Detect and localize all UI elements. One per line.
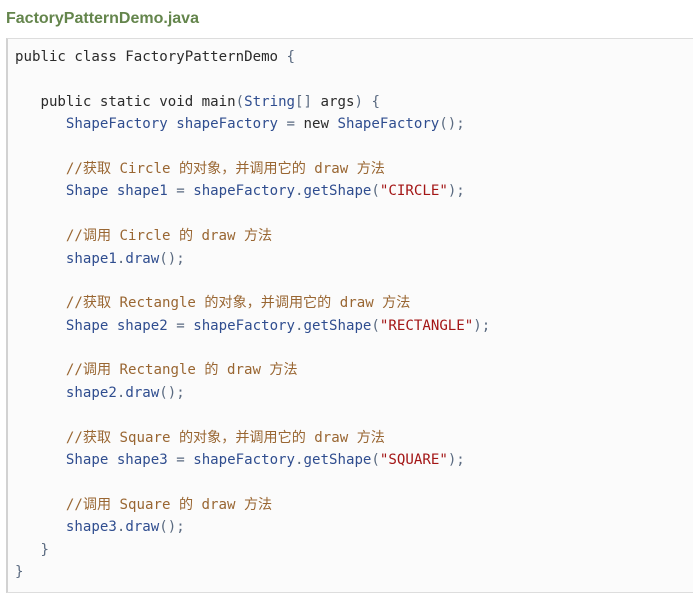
code-token: //获取 Square 的对象，并调用它的 draw 方法 <box>15 429 385 446</box>
code-token: new <box>303 116 338 133</box>
code-line: Shape shape1 = shapeFactory.getShape("CI… <box>15 180 490 202</box>
code-token: shapeFactory <box>193 183 296 200</box>
code-token: (); <box>439 116 465 133</box>
code-line: Shape shape2 = shapeFactory.getShape("RE… <box>15 315 490 337</box>
code-token: = <box>176 183 194 200</box>
code-token: args <box>320 93 355 110</box>
code-line: shape1.draw(); <box>15 248 490 270</box>
code-line: //获取 Square 的对象，并调用它的 draw 方法 <box>15 427 490 449</box>
code-token: Shape shape2 <box>15 317 177 334</box>
code-token: (); <box>159 519 185 536</box>
code-line: ​ <box>15 404 490 426</box>
code-token: getShape <box>303 317 372 334</box>
code-line: public class FactoryPatternDemo { <box>15 46 490 68</box>
code-token: String <box>244 93 296 110</box>
code-token: { <box>278 49 296 65</box>
code-token: . <box>295 183 304 200</box>
code-token: public class FactoryPatternDemo <box>15 49 279 65</box>
code-token: . <box>295 452 304 469</box>
code-token: //获取 Circle 的对象，并调用它的 draw 方法 <box>15 160 385 177</box>
code-token: draw <box>125 250 160 267</box>
code-line: ​ <box>15 68 490 90</box>
code-line: } <box>15 561 490 583</box>
code-token: ); <box>447 183 465 200</box>
code-lines: public class FactoryPatternDemo {​ publi… <box>15 46 490 583</box>
code-token: ShapeFactory shapeFactory <box>15 116 287 133</box>
code-token: ); <box>447 452 465 469</box>
code-token: shape1 <box>15 250 117 267</box>
code-token: ( <box>371 452 380 469</box>
code-line: } <box>15 539 490 561</box>
code-token: = <box>176 452 194 469</box>
code-block[interactable]: public class FactoryPatternDemo {​ publi… <box>6 38 693 593</box>
code-token: shape3 <box>15 519 117 536</box>
code-token: (); <box>159 384 185 401</box>
code-line: //调用 Rectangle 的 draw 方法 <box>15 359 490 381</box>
code-token: [] <box>295 93 321 110</box>
code-token: //调用 Circle 的 draw 方法 <box>15 228 273 245</box>
code-line: //获取 Rectangle 的对象，并调用它的 draw 方法 <box>15 292 490 314</box>
code-line: shape3.draw(); <box>15 516 490 538</box>
code-token: shapeFactory <box>193 452 296 469</box>
code-token: ); <box>473 317 491 334</box>
code-token: shape2 <box>15 384 117 401</box>
code-token: shapeFactory <box>193 317 296 334</box>
file-title: FactoryPatternDemo.java <box>6 10 199 27</box>
code-token: (); <box>159 250 185 267</box>
code-token: = <box>286 116 304 133</box>
code-token: //调用 Rectangle 的 draw 方法 <box>15 362 298 379</box>
code-token: ( <box>235 93 245 110</box>
code-token: public static void main <box>15 93 236 110</box>
code-token: getShape <box>303 452 372 469</box>
code-token: } <box>15 563 24 580</box>
code-token: //获取 Rectangle 的对象，并调用它的 draw 方法 <box>15 295 411 312</box>
code-token: ShapeFactory <box>337 116 440 133</box>
code-token: getShape <box>303 183 372 200</box>
code-token: Shape shape1 <box>15 183 177 200</box>
code-token: "CIRCLE" <box>379 183 448 200</box>
code-token: "RECTANGLE" <box>379 317 474 334</box>
code-token: ( <box>371 183 380 200</box>
code-token: //调用 Square 的 draw 方法 <box>15 496 273 513</box>
code-token: . <box>295 317 304 334</box>
code-line: public static void main(String[] args) { <box>15 91 490 113</box>
code-line: ​ <box>15 337 490 359</box>
code-line: Shape shape3 = shapeFactory.getShape("SQ… <box>15 449 490 471</box>
code-token: = <box>176 317 194 334</box>
code-token: ) { <box>354 93 380 110</box>
code-line: ​ <box>15 270 490 292</box>
code-token: "SQUARE" <box>379 452 448 469</box>
code-token: draw <box>125 384 160 401</box>
code-line: //获取 Circle 的对象，并调用它的 draw 方法 <box>15 158 490 180</box>
code-snippet-page: FactoryPatternDemo.java public class Fac… <box>0 0 693 600</box>
code-line: shape2.draw(); <box>15 382 490 404</box>
code-token: } <box>15 541 49 558</box>
code-line: ​ <box>15 471 490 493</box>
code-token: draw <box>125 519 160 536</box>
code-token: Shape shape3 <box>15 452 177 469</box>
code-line: //调用 Circle 的 draw 方法 <box>15 225 490 247</box>
code-line: ShapeFactory shapeFactory = new ShapeFac… <box>15 113 490 135</box>
code-line: ​ <box>15 136 490 158</box>
code-token: ( <box>371 317 380 334</box>
code-line: //调用 Square 的 draw 方法 <box>15 494 490 516</box>
code-line: ​ <box>15 203 490 225</box>
